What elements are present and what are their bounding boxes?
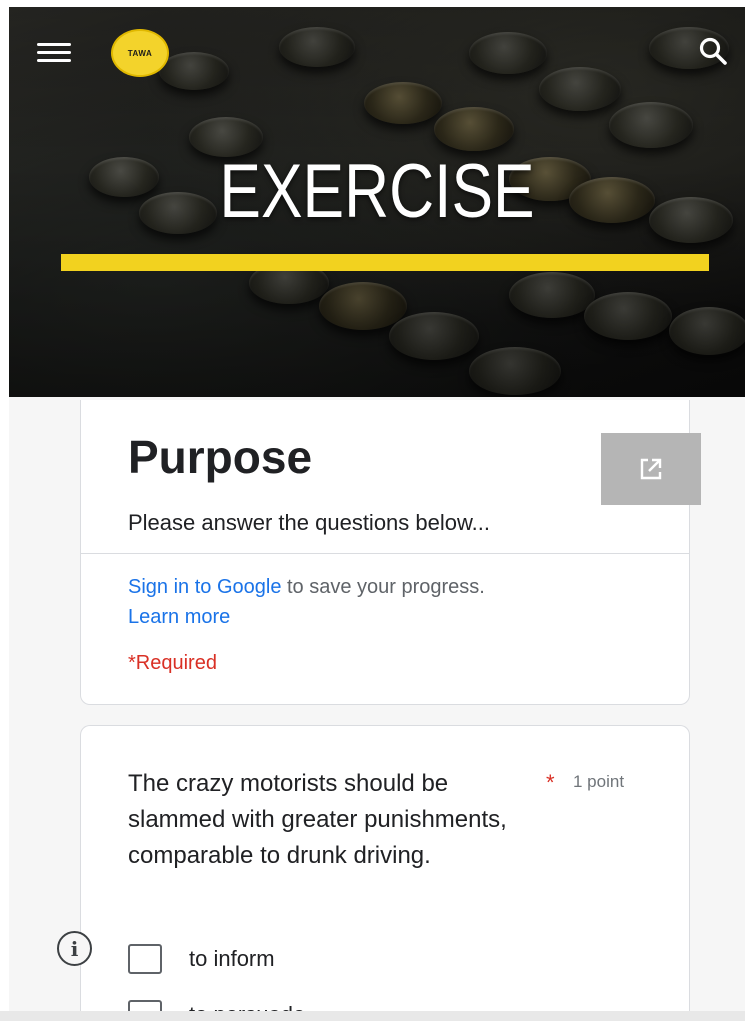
signin-link[interactable]: Sign in to Google	[128, 576, 281, 598]
question-text: The crazy motorists should be slammed wi…	[128, 770, 507, 869]
hero-underline-bar	[61, 254, 709, 271]
form-description: Please answer the questions below...	[128, 510, 491, 535]
form-header-card: Purpose Please answer the questions belo…	[80, 400, 690, 705]
hero-title: EXERCISE	[219, 149, 535, 234]
signin-text: to save your progress.	[281, 576, 485, 598]
signin-notice: Sign in to Google to save your progress.…	[128, 572, 668, 632]
open-in-new-icon	[640, 458, 662, 480]
option-to-inform[interactable]: to inform	[128, 942, 275, 976]
required-asterisk: *	[546, 770, 555, 795]
hero-banner: TAWA EXERCISE	[9, 7, 745, 397]
required-note: *Required	[128, 652, 217, 674]
question-points: 1 point	[573, 772, 625, 791]
open-in-new-button[interactable]	[601, 433, 701, 505]
question-card: The crazy motorists should be slammed wi…	[80, 725, 690, 1021]
learn-more-link[interactable]: Learn more	[128, 606, 230, 628]
hamburger-menu-icon[interactable]	[37, 37, 73, 67]
search-icon[interactable]	[697, 35, 731, 69]
divider	[81, 553, 689, 554]
info-icon[interactable]: i	[57, 931, 92, 966]
bottom-edge	[0, 1011, 745, 1021]
form-title: Purpose	[128, 431, 313, 483]
checkbox[interactable]	[128, 944, 162, 974]
option-label: to inform	[189, 946, 275, 971]
site-logo[interactable]: TAWA	[111, 29, 169, 77]
